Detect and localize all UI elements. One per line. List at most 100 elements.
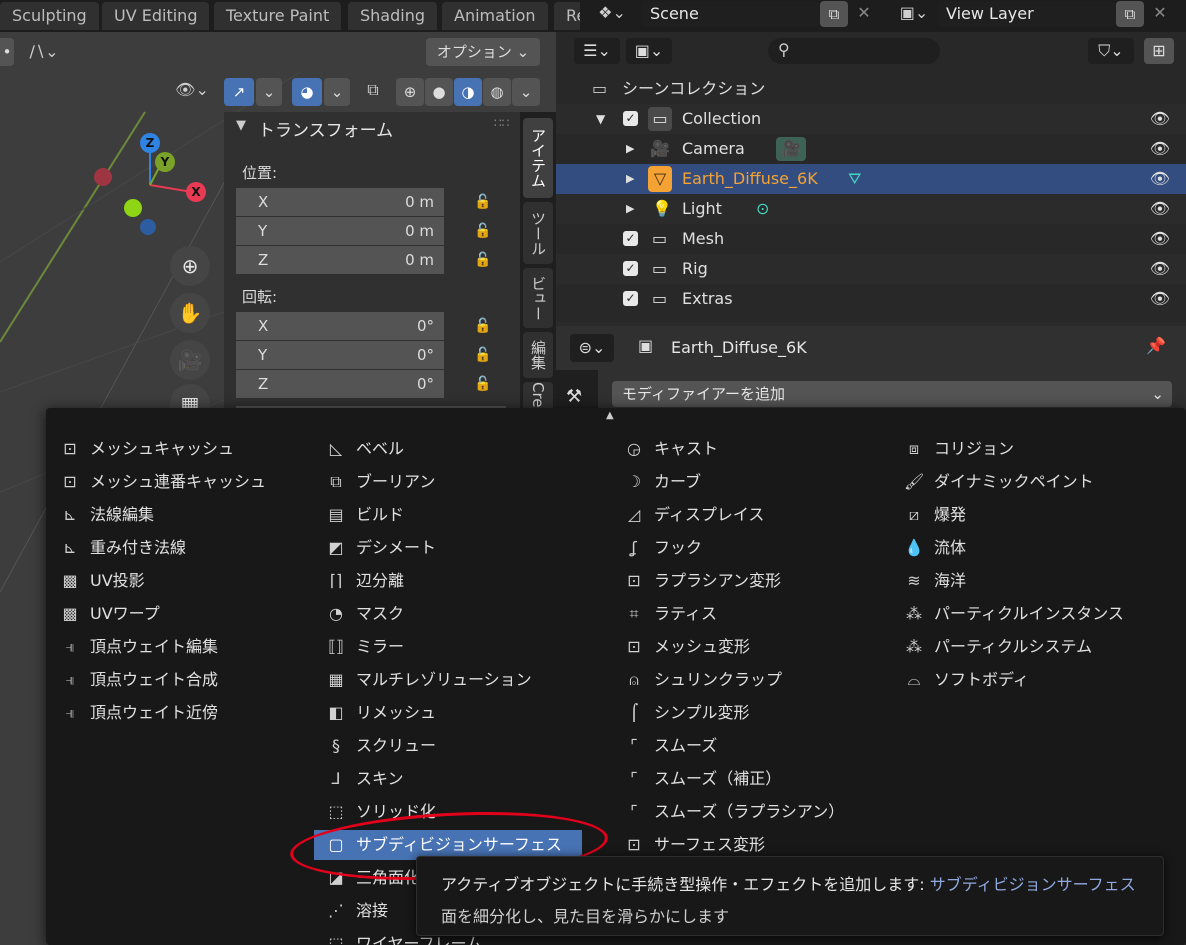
outliner-row-rig[interactable]: ✓ ▭ Rig 👁 — [556, 254, 1186, 284]
mode-icon[interactable]: • — [0, 38, 14, 66]
eye-icon[interactable]: 👁 — [1150, 229, 1170, 248]
menu-item-uv-warp[interactable]: ▩ UVワープ — [60, 599, 310, 629]
location-y-field[interactable]: Y 0 m — [236, 217, 444, 245]
lock-rotation-z-icon[interactable]: 🔓 — [474, 376, 494, 396]
menu-item-decimate[interactable]: ◩ デシメート — [326, 533, 576, 563]
tool-tab-icon[interactable]: ⚒ — [566, 386, 582, 407]
menu-item-skin[interactable]: ⅃ スキン — [326, 764, 576, 794]
scene-icon[interactable]: ❖⌄ — [592, 3, 632, 22]
gizmo-toggle-icon[interactable]: ↗ — [224, 78, 254, 106]
menu-item-mesh-deform[interactable]: ⊡ メッシュ変形 — [624, 632, 874, 662]
gizmo-z-axis[interactable]: Z — [140, 133, 160, 153]
gizmo-y-axis[interactable]: Y — [155, 152, 175, 172]
menu-item-edge-split[interactable]: ⌈⌉ 辺分離 — [326, 566, 576, 596]
menu-item-soft-body[interactable]: ⌓ ソフトボディ — [904, 665, 1164, 695]
menu-item-simple-deform[interactable]: ⌠ シンプル変形 — [624, 698, 874, 728]
shading-solid-icon[interactable]: ● — [425, 78, 453, 106]
menu-item-particle-system[interactable]: ⁂ パーティクルシステム — [904, 632, 1174, 662]
menu-item-remesh[interactable]: ◧ リメッシュ — [326, 698, 576, 728]
menu-item-lattice[interactable]: ⌗ ラティス — [624, 599, 874, 629]
tab-uv-editing[interactable]: UV Editing — [102, 2, 210, 30]
eye-icon[interactable]: 👁 — [1150, 169, 1170, 188]
menu-item-vertex-weight-mix[interactable]: ⫣ 頂点ウェイト合成 — [60, 665, 310, 695]
lock-location-y-icon[interactable]: 🔓 — [474, 223, 494, 243]
view-layer-icon[interactable]: ▣⌄ — [892, 3, 936, 22]
zoom-icon[interactable]: ⊕ — [170, 246, 210, 286]
shading-wireframe-icon[interactable]: ⊕ — [396, 78, 424, 106]
eye-icon[interactable]: 👁 — [1150, 139, 1170, 158]
outliner-search-input[interactable]: ⚲ — [768, 38, 940, 64]
gizmo-dropdown-icon[interactable]: ⌄ — [256, 78, 282, 106]
tab-sculpting[interactable]: Sculpting — [0, 2, 99, 30]
outliner-row-mesh[interactable]: ✓ ▭ Mesh 👁 — [556, 224, 1186, 254]
menu-item-mirror[interactable]: ⟦⟧ ミラー — [326, 632, 576, 662]
menu-item-screw[interactable]: § スクリュー — [326, 731, 576, 761]
tab-view[interactable]: ビュー — [523, 268, 553, 328]
light-data-icon[interactable]: ⊙ — [756, 194, 769, 224]
options-dropdown[interactable]: オプション ⌄ — [426, 38, 540, 66]
panel-collapse-icon[interactable]: ▼ — [236, 118, 246, 133]
new-collection-icon[interactable]: ⊞ — [1144, 38, 1174, 64]
editor-type-icon[interactable]: ⊜⌄ — [570, 334, 614, 362]
menu-item-ocean[interactable]: ≋ 海洋 — [904, 566, 1164, 596]
gizmo-neg-x-axis[interactable] — [94, 168, 112, 186]
view-layer-filter-icon[interactable]: ▣⌄ — [626, 38, 672, 64]
eye-icon[interactable]: 👁 — [1150, 199, 1170, 218]
rotation-y-field[interactable]: Y 0° — [236, 341, 444, 369]
menu-item-mesh-cache[interactable]: ⊡ メッシュキャッシュ — [60, 434, 310, 464]
tab-texture-paint[interactable]: Texture Paint — [214, 2, 342, 30]
close-scene-icon[interactable]: ✕ — [854, 3, 874, 22]
menu-item-shrinkwrap[interactable]: ⍝ シュリンクラップ — [624, 665, 874, 695]
gizmo-neg-z-axis[interactable] — [140, 219, 156, 235]
shading-dropdown-icon[interactable]: ⌄ — [512, 78, 540, 106]
tab-animation[interactable]: Animation — [442, 2, 548, 30]
scroll-up-icon[interactable]: ▲ — [606, 410, 614, 421]
menu-item-laplacian-deform[interactable]: ⊡ ラプラシアン変形 — [624, 566, 874, 596]
outliner-row-earth[interactable]: ▶ ▽ Earth_Diffuse_6K ⛛ 👁 — [556, 164, 1186, 194]
expand-arrow-icon[interactable]: ▶ — [626, 164, 634, 194]
new-view-layer-icon[interactable]: ⧉ — [1116, 1, 1144, 27]
menu-item-vertex-weight-proximity[interactable]: ⫣ 頂点ウェイト近傍 — [60, 698, 310, 728]
new-scene-icon[interactable]: ⧉ — [820, 1, 848, 27]
exclude-checkbox[interactable]: ✓ — [623, 291, 638, 306]
outliner-row-extras[interactable]: ✓ ▭ Extras 👁 — [556, 284, 1186, 314]
exclude-checkbox[interactable]: ✓ — [623, 231, 638, 246]
menu-item-collision[interactable]: ⧈ コリジョン — [904, 434, 1164, 464]
camera-data-icon[interactable]: 🎥 — [776, 137, 806, 161]
shading-material-icon[interactable]: ◑ — [454, 78, 482, 106]
lock-location-x-icon[interactable]: 🔓 — [474, 194, 494, 214]
menu-item-mask[interactable]: ◔ マスク — [326, 599, 576, 629]
menu-item-dynamic-paint[interactable]: 🖌 ダイナミックペイント — [904, 467, 1164, 497]
shading-rendered-icon[interactable]: ◍ — [483, 78, 511, 106]
overlay-dropdown-icon[interactable]: ⌄ — [324, 78, 350, 106]
location-z-field[interactable]: Z 0 m — [236, 246, 444, 274]
menu-item-particle-instance[interactable]: ⁂ パーティクルインスタンス — [904, 599, 1174, 629]
menu-item-fluid[interactable]: 💧 流体 — [904, 533, 1164, 563]
exclude-checkbox[interactable]: ✓ — [623, 111, 638, 126]
menu-item-curve[interactable]: ☽ カーブ — [624, 467, 874, 497]
add-modifier-dropdown[interactable]: モディファイアーを追加 ⌄ — [612, 381, 1172, 407]
visibility-icon[interactable]: 👁⌄ — [170, 80, 214, 99]
xray-icon[interactable]: ⧉ — [360, 80, 386, 100]
view-layer-field[interactable]: View Layer — [938, 1, 1116, 27]
expand-arrow-icon[interactable]: ▶ — [626, 194, 634, 224]
menu-item-boolean[interactable]: ⧉ ブーリアン — [326, 467, 576, 497]
display-mode-icon[interactable]: ☰⌄ — [574, 38, 620, 64]
drag-handle-icon[interactable]: ∷∷ — [494, 116, 509, 130]
menu-item-build[interactable]: ▤ ビルド — [326, 500, 576, 530]
outliner-row-light[interactable]: ▶ 💡 Light ⊙ 👁 — [556, 194, 1186, 224]
camera-view-icon[interactable]: 🎥 — [170, 340, 210, 380]
menu-item-vertex-weight-edit[interactable]: ⫣ 頂点ウェイト編集 — [60, 632, 310, 662]
location-x-field[interactable]: X 0 m — [236, 188, 444, 216]
lock-rotation-y-icon[interactable]: 🔓 — [474, 347, 494, 367]
lock-rotation-x-icon[interactable]: 🔓 — [474, 318, 494, 338]
falloff-curve-icon[interactable]: ∕∖⌄ — [22, 42, 66, 61]
outliner-scene-collection[interactable]: ▭ シーンコレクション — [556, 74, 1186, 104]
tab-shading[interactable]: Shading — [348, 2, 437, 30]
menu-item-mesh-sequence-cache[interactable]: ⊡ メッシュ連番キャッシュ — [60, 467, 310, 497]
exclude-checkbox[interactable]: ✓ — [623, 261, 638, 276]
eye-icon[interactable]: 👁 — [1150, 259, 1170, 278]
gizmo-x-axis[interactable]: X — [186, 182, 206, 202]
tab-tool[interactable]: ツール — [523, 202, 553, 264]
tab-item[interactable]: アイテム — [523, 118, 553, 198]
